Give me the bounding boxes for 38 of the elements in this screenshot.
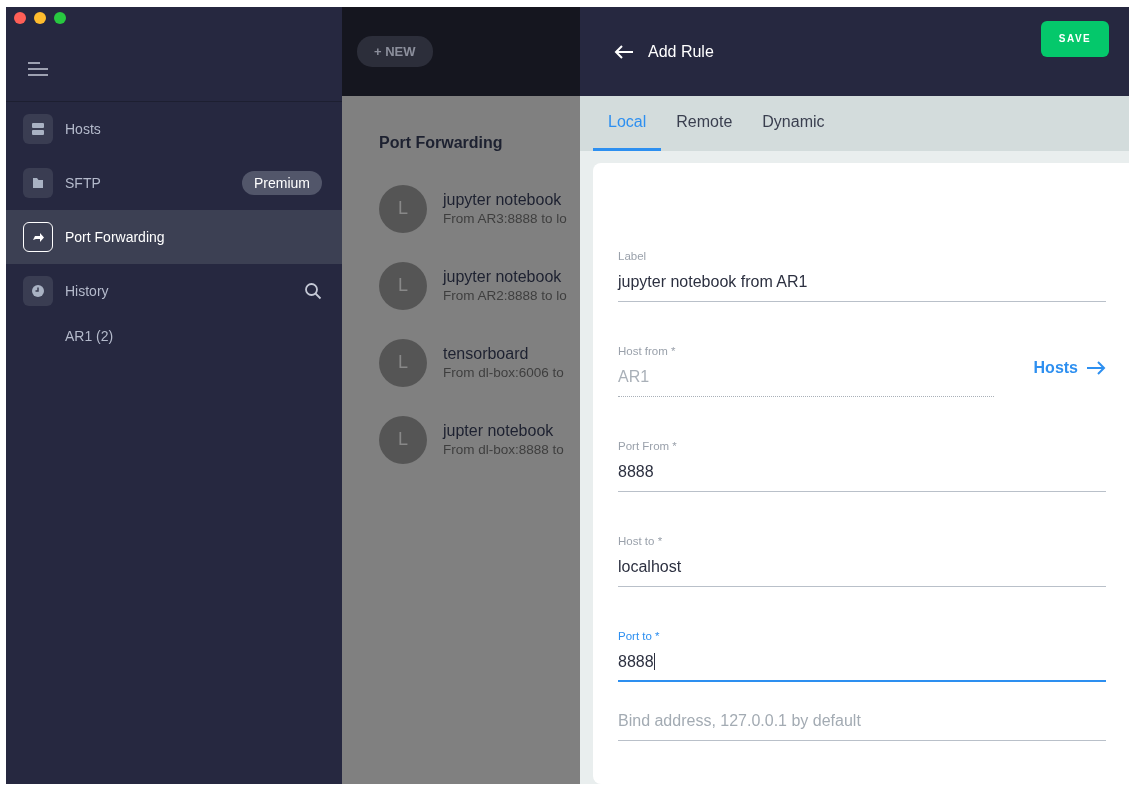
rule-detail: From AR3:8888 to lo bbox=[443, 211, 567, 226]
input-field[interactable]: jupyter notebook from AR1 bbox=[618, 273, 1106, 302]
back-arrow-icon[interactable] bbox=[614, 43, 634, 60]
history-entry[interactable]: AR1 (2) bbox=[6, 318, 342, 344]
window-control-icon[interactable] bbox=[34, 12, 46, 24]
sidebar-item[interactable]: History bbox=[6, 264, 342, 318]
rule-detail: From dl-box:8888 to bbox=[443, 442, 564, 457]
new-button[interactable]: + NEW bbox=[357, 36, 433, 67]
menu-icon[interactable] bbox=[28, 62, 48, 76]
sidebar-item[interactable]: SFTP Premium bbox=[6, 156, 342, 210]
rule-detail: From dl-box:6006 to bbox=[443, 365, 564, 380]
field-label: Host to * bbox=[618, 535, 664, 547]
field-label: Host from * bbox=[618, 345, 677, 357]
clock-icon bbox=[23, 276, 53, 306]
input-field[interactable]: localhost bbox=[618, 558, 1106, 587]
folder-icon bbox=[23, 168, 53, 198]
input-field[interactable]: 8888 bbox=[618, 463, 1106, 492]
field-label: Port to * bbox=[618, 630, 661, 642]
tab[interactable]: Remote bbox=[661, 96, 748, 151]
rule-name[interactable]: jupyter notebook bbox=[443, 268, 567, 286]
sidebar-item[interactable]: Hosts bbox=[6, 102, 342, 156]
rule-detail: From AR2:8888 to lo bbox=[443, 288, 567, 303]
field-label: Label bbox=[618, 250, 648, 262]
premium-badge: Premium bbox=[242, 171, 322, 195]
rule-name[interactable]: jupyter notebook bbox=[443, 191, 567, 209]
tab[interactable]: Dynamic bbox=[747, 96, 840, 151]
window-control-icon[interactable] bbox=[54, 12, 66, 24]
panel-title: Add Rule bbox=[648, 42, 715, 61]
field-label: Port From * bbox=[618, 440, 678, 452]
search-icon[interactable] bbox=[304, 282, 322, 300]
sidebar-item[interactable]: Port Forwarding bbox=[6, 210, 342, 264]
list-title: Port Forwarding bbox=[379, 134, 504, 152]
rule-name[interactable]: jupter notebook bbox=[443, 422, 564, 440]
rule-name[interactable]: tensorboard bbox=[443, 345, 564, 363]
window-control-icon[interactable] bbox=[14, 12, 26, 24]
input-field[interactable]: 8888 bbox=[618, 653, 1106, 682]
arrow-icon bbox=[1086, 360, 1106, 376]
server-icon bbox=[23, 114, 53, 144]
